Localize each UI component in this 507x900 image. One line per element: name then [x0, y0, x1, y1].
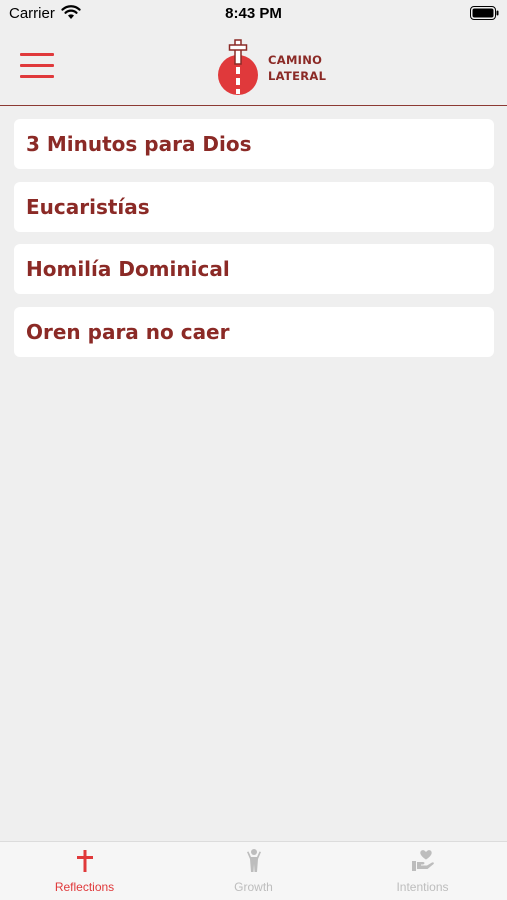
list-item-label: Homilía Dominical	[26, 257, 230, 281]
list-item-eucaristias[interactable]: Eucaristías	[14, 181, 494, 232]
reflections-list: 3 Minutos para Dios Eucaristías Homilía …	[14, 119, 494, 369]
list-item-label: 3 Minutos para Dios	[26, 132, 252, 156]
list-item-label: Eucaristías	[26, 194, 150, 219]
logo-line-1: CAMINO	[268, 53, 323, 67]
list-item-oren[interactable]: Oren para no caer	[14, 306, 494, 357]
tab-label: Reflections	[54, 880, 115, 894]
cross-icon	[76, 850, 93, 872]
list-item-label: Oren para no caer	[26, 319, 230, 344]
tab-label: Intentions	[396, 880, 449, 894]
nav-bar: CAMINO LATERAL	[0, 28, 507, 106]
tab-bar: Reflections Growth Intentions	[0, 841, 507, 900]
tab-label: Growth	[234, 880, 273, 894]
menu-bar-line	[20, 75, 54, 78]
battery-icon	[470, 6, 499, 20]
list-item-3-minutos[interactable]: 3 Minutos para Dios	[14, 119, 494, 169]
tab-intentions[interactable]: Intentions	[338, 842, 507, 900]
menu-bar-line	[20, 64, 54, 67]
list-item-homilia[interactable]: Homilía Dominical	[14, 244, 494, 294]
status-bar: Carrier 8:43 PM	[0, 0, 507, 28]
logo-text: CAMINO LATERAL	[268, 52, 326, 84]
tab-reflections[interactable]: Reflections	[0, 842, 169, 900]
menu-button[interactable]	[20, 53, 54, 79]
tab-growth[interactable]: Growth	[169, 842, 338, 900]
menu-bar-line	[20, 53, 54, 56]
logo-line-2: LATERAL	[268, 69, 327, 83]
clock: 8:43 PM	[225, 5, 282, 22]
heart-hand-icon	[411, 850, 434, 871]
person-icon	[246, 849, 261, 872]
app-logo: CAMINO LATERAL	[216, 36, 336, 98]
logo-emblem-icon	[218, 39, 258, 95]
